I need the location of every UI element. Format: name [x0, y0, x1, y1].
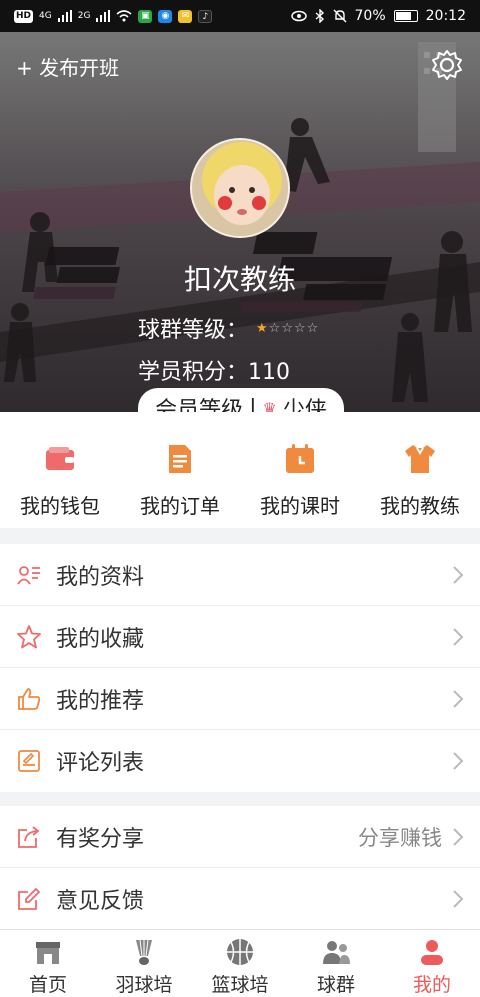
tab-label: 篮球培	[211, 974, 269, 996]
feedback-icon	[18, 887, 41, 910]
crown-icon: ♛	[262, 398, 277, 413]
quick-actions: 我的钱包 我的订单 我的课时 我的教练	[0, 412, 480, 528]
avatar[interactable]	[190, 138, 290, 238]
shuttlecock-icon	[136, 939, 152, 965]
battery-icon	[393, 10, 418, 22]
quick-action-label: 我的钱包	[20, 494, 100, 518]
menu-item-label: 有奖分享	[56, 826, 145, 852]
status-bar: HD 4G 2G ▣ ◉ ✉ ♪ 70% 20:12	[0, 0, 480, 32]
menu-item-label: 我的资料	[56, 564, 145, 590]
chevron-right-icon	[453, 627, 464, 646]
chevron-right-icon	[453, 565, 464, 584]
menu-item-share[interactable]: 有奖分享 分享赚钱	[0, 806, 480, 868]
quick-action-wallet[interactable]: 我的钱包	[0, 412, 120, 528]
menu-item-feedback[interactable]: 意见反馈	[0, 868, 480, 930]
chevron-right-icon	[453, 689, 464, 708]
group-icon	[323, 941, 350, 964]
user-icon	[421, 940, 443, 965]
gear-icon[interactable]	[430, 48, 464, 82]
thumbs-up-icon	[18, 687, 41, 710]
hd-badge: HD	[14, 9, 34, 23]
share-icon	[18, 825, 40, 848]
comment-list-icon	[18, 750, 40, 772]
menu-group-account: 我的资料 我的收藏 我的推荐 评论列表	[0, 544, 480, 792]
signal-icon	[57, 10, 72, 22]
quick-action-coach[interactable]: 我的教练	[360, 412, 480, 528]
mute-bell-icon	[333, 9, 347, 23]
basketball-icon	[227, 939, 253, 965]
chevron-right-icon	[453, 827, 464, 846]
chevron-right-icon	[453, 890, 464, 908]
profile-header: + 发布开班 扣次教练 球群等级： ★☆☆☆☆ 学员积分：110 会员等级 | …	[0, 32, 480, 412]
eye-icon	[290, 10, 307, 22]
menu-item-favorites[interactable]: 我的收藏	[0, 606, 480, 668]
share-earn-label: 分享赚钱	[358, 825, 442, 850]
battery-percent: 70%	[354, 8, 386, 24]
app-notification-icon: ◉	[158, 9, 173, 23]
student-points: 学员积分：110	[138, 360, 290, 385]
group-level-label: 球群等级：	[138, 318, 249, 343]
menu-item-label: 评论列表	[56, 751, 145, 776]
menu-item-label: 意见反馈	[56, 889, 145, 914]
separator: |	[249, 395, 257, 413]
star-filled-icon: ★	[256, 320, 269, 336]
quick-action-lessons[interactable]: 我的课时	[240, 412, 360, 528]
star-empty-icon: ☆☆☆☆	[268, 320, 320, 336]
tiktok-icon: ♪	[198, 9, 213, 23]
wifi-icon	[116, 10, 132, 22]
tab-label: 首页	[28, 974, 67, 996]
tab-label: 球群	[316, 974, 355, 996]
tab-groups[interactable]: 球群	[288, 930, 384, 997]
signal-4g-label: 4G	[39, 11, 52, 21]
group-level-row: 球群等级： ★☆☆☆☆	[138, 312, 319, 344]
tab-badminton[interactable]: 羽球培	[96, 930, 192, 997]
rating-stars: ★☆☆☆☆	[256, 321, 319, 336]
star-icon	[17, 624, 41, 648]
jersey-icon	[405, 445, 435, 473]
profile-card-icon	[17, 565, 40, 585]
tab-home[interactable]: 首页	[0, 930, 96, 997]
member-level-badge[interactable]: 会员等级 | ♛ 少侠	[138, 388, 344, 412]
calendar-icon	[286, 444, 314, 473]
quick-action-orders[interactable]: 我的订单	[120, 412, 240, 528]
menu-item-comments[interactable]: 评论列表	[0, 730, 480, 792]
app-notification-icon: ▣	[138, 9, 153, 23]
tab-label: 我的	[412, 974, 451, 996]
signal-icon	[96, 10, 111, 22]
tab-basketball[interactable]: 篮球培	[192, 930, 288, 997]
order-icon	[169, 445, 191, 473]
bluetooth-icon	[315, 9, 324, 23]
home-icon	[36, 942, 60, 964]
bottom-tab-bar: 首页 羽球培 篮球培 球群 我的	[0, 929, 480, 997]
quick-action-label: 我的教练	[380, 494, 460, 518]
member-level-value: 少侠	[282, 398, 327, 412]
menu-item-label: 我的推荐	[56, 688, 145, 714]
menu-item-profile[interactable]: 我的资料	[0, 544, 480, 606]
signal-2g-label: 2G	[77, 11, 91, 21]
member-level-label: 会员等级	[155, 398, 244, 412]
tab-label: 羽球培	[115, 974, 173, 996]
tab-mine[interactable]: 我的	[384, 930, 480, 997]
clock: 20:12	[425, 8, 466, 24]
menu-item-referrals[interactable]: 我的推荐	[0, 668, 480, 730]
menu-group-more: 有奖分享 分享赚钱 意见反馈	[0, 806, 480, 930]
publish-class-button[interactable]: + 发布开班	[16, 52, 119, 81]
coach-name: 扣次教练	[183, 263, 296, 296]
wallet-icon	[46, 447, 74, 470]
mail-icon: ✉	[178, 9, 193, 23]
chevron-right-icon	[453, 752, 464, 770]
avatar-image	[192, 140, 288, 236]
quick-action-label: 我的订单	[140, 494, 220, 518]
quick-action-label: 我的课时	[260, 494, 340, 518]
menu-item-label: 我的收藏	[56, 626, 145, 652]
